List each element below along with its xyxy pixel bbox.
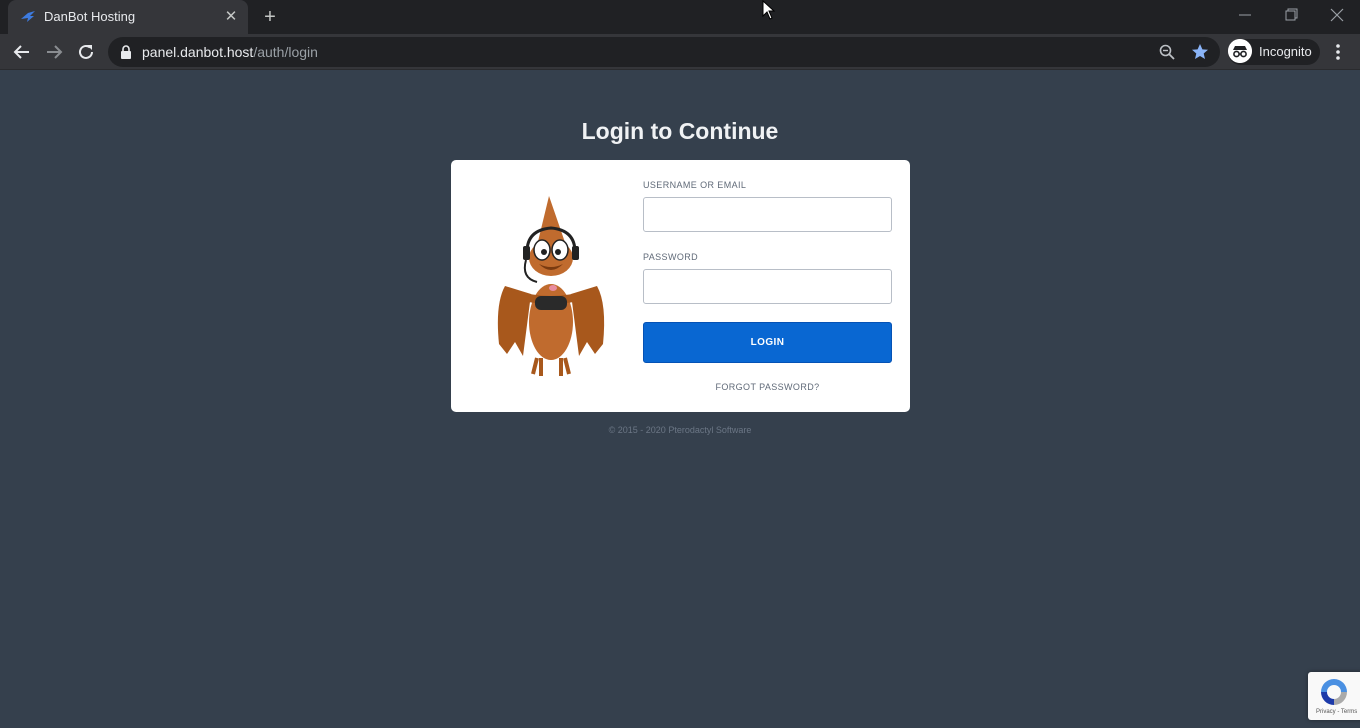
password-label: PASSWORD bbox=[643, 252, 699, 262]
username-input[interactable] bbox=[643, 197, 892, 232]
recaptcha-badge[interactable]: Privacy - Terms bbox=[1308, 672, 1360, 720]
url-text[interactable]: panel.danbot.host/auth/login bbox=[142, 44, 318, 60]
login-card: USERNAME OR EMAIL PASSWORD LOGIN FORGOT … bbox=[451, 160, 910, 412]
tab-title: DanBot Hosting bbox=[44, 9, 136, 24]
recaptcha-text[interactable]: Privacy - Terms bbox=[1316, 709, 1357, 715]
copyright-footer: © 2015 - 2020 Pterodactyl Software bbox=[608, 425, 752, 435]
forward-icon[interactable] bbox=[42, 40, 66, 64]
back-icon[interactable] bbox=[10, 40, 34, 64]
incognito-badge[interactable]: Incognito bbox=[1228, 39, 1320, 65]
lock-icon[interactable] bbox=[120, 45, 132, 59]
reload-icon[interactable] bbox=[74, 40, 98, 64]
page-title: Login to Continue bbox=[581, 118, 779, 144]
restore-icon[interactable] bbox=[1278, 4, 1304, 26]
url-path: /auth/login bbox=[253, 44, 318, 60]
browser-toolbar: panel.danbot.host/auth/login Incognito bbox=[0, 34, 1360, 70]
menu-icon[interactable] bbox=[1330, 42, 1346, 62]
forgot-password-link[interactable]: FORGOT PASSWORD? bbox=[643, 382, 892, 392]
incognito-icon bbox=[1228, 39, 1252, 63]
password-input[interactable] bbox=[643, 269, 892, 304]
pterodactyl-mascot-icon bbox=[497, 196, 605, 376]
window-close-icon[interactable] bbox=[1324, 4, 1350, 26]
mouse-cursor-icon bbox=[762, 0, 776, 20]
plus-icon[interactable]: + bbox=[259, 6, 281, 28]
browser-tab-strip: DanBot Hosting ✕ + bbox=[0, 0, 1360, 34]
profile-label: Incognito bbox=[1259, 44, 1312, 59]
address-bar[interactable]: panel.danbot.host/auth/login bbox=[108, 37, 1220, 67]
zoom-icon[interactable] bbox=[1158, 43, 1176, 61]
star-icon[interactable] bbox=[1190, 42, 1210, 62]
username-label: USERNAME OR EMAIL bbox=[643, 180, 747, 190]
minimize-icon[interactable] bbox=[1232, 4, 1258, 26]
browser-tab[interactable]: DanBot Hosting ✕ bbox=[8, 0, 248, 34]
danbot-favicon-icon bbox=[21, 11, 35, 22]
login-button[interactable]: LOGIN bbox=[643, 322, 892, 363]
url-host: panel.danbot.host bbox=[142, 44, 254, 60]
recaptcha-icon bbox=[1321, 679, 1347, 705]
close-icon[interactable]: ✕ bbox=[222, 8, 240, 26]
